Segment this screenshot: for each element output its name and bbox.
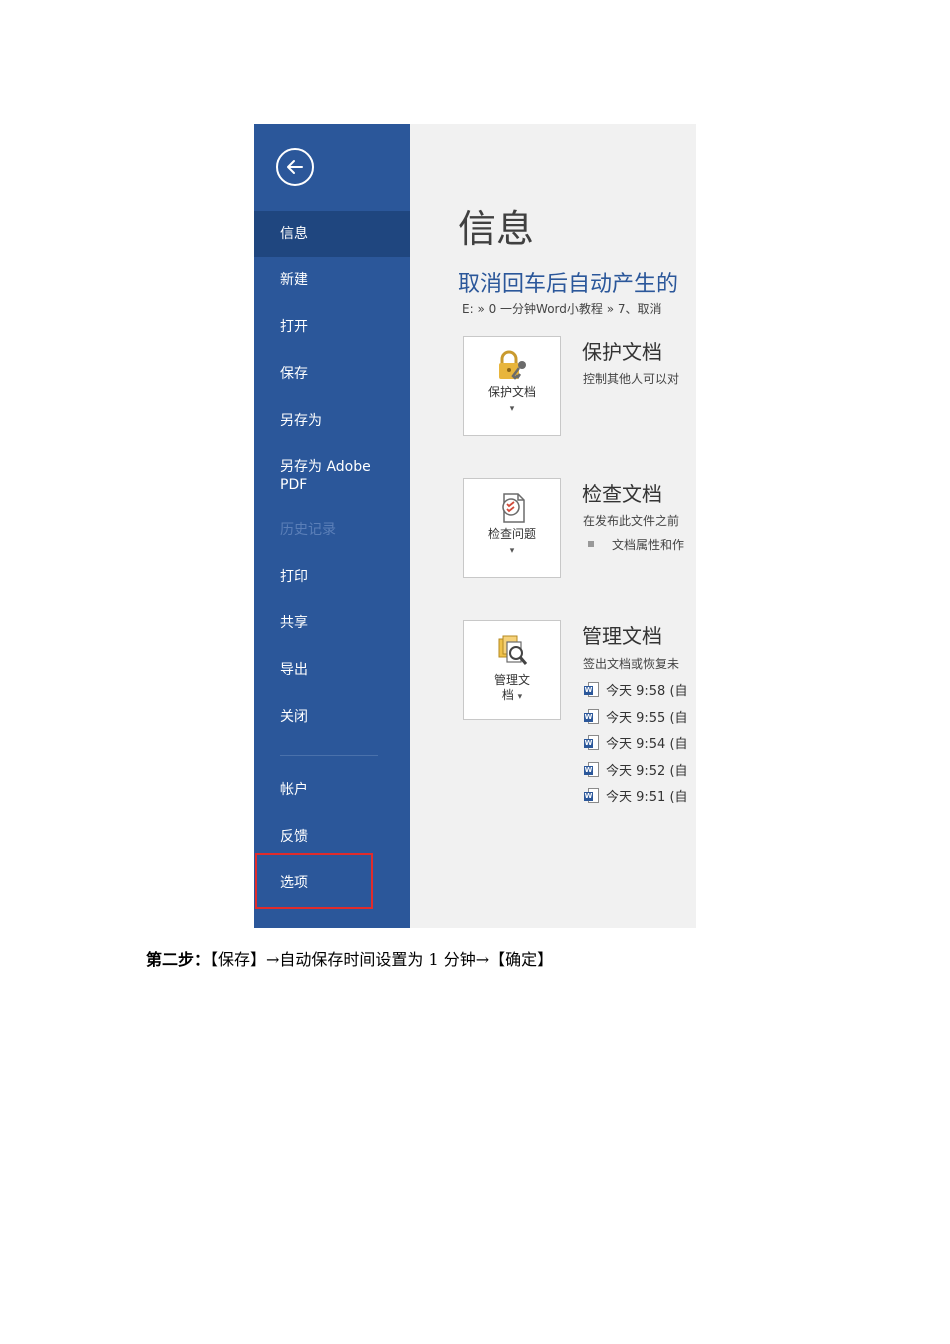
nav-feedback-label: 反馈 [280, 829, 308, 845]
version-item[interactable]: W 今天 9:52 (自 [584, 760, 688, 779]
protect-document-button[interactable]: 保护文档 ▾ [463, 336, 561, 436]
dropdown-caret-icon: ▾ [509, 546, 515, 556]
version-label: 今天 9:58 (自 [606, 684, 688, 699]
document-path[interactable]: E: » 0 一分钟Word小教程 » 7、取消 [462, 300, 662, 317]
version-item[interactable]: W 今天 9:55 (自 [584, 707, 688, 726]
manage-section-desc: 签出文档或恢复未 [583, 657, 680, 671]
nav-save-as[interactable]: 另存为 [254, 412, 410, 430]
nav-close-label: 关闭 [280, 709, 308, 725]
nav-feedback[interactable]: 反馈 [254, 828, 410, 846]
step-text: 【保存】→自动保存时间设置为 1 分钟→【确定】 [210, 950, 554, 969]
nav-print[interactable]: 打印 [254, 568, 410, 586]
nav-new-label: 新建 [280, 272, 308, 288]
nav-account-label: 帐户 [280, 782, 308, 798]
inspect-section-desc: 在发布此文件之前 [583, 514, 680, 528]
back-button[interactable] [276, 148, 314, 186]
options-highlight-box [255, 853, 373, 909]
version-item[interactable]: W 今天 9:54 (自 [584, 733, 688, 752]
check-issues-button[interactable]: 检查问题 ▾ [463, 478, 561, 578]
version-item[interactable]: W 今天 9:58 (自 [584, 680, 688, 699]
page-title: 信息 [458, 207, 535, 251]
version-label: 今天 9:52 (自 [606, 764, 688, 779]
nav-save-as-pdf-label: 另存为 Adobe PDF [280, 459, 371, 493]
nav-history-label: 历史记录 [280, 522, 336, 538]
protect-document-label: 保护文档 ▾ [487, 385, 536, 414]
word-document-icon: W [584, 787, 600, 804]
word-document-icon: W [584, 681, 600, 698]
nav-share-label: 共享 [280, 615, 308, 631]
protect-section-title: 保护文档 [582, 340, 662, 364]
nav-account[interactable]: 帐户 [254, 781, 410, 799]
lock-key-icon [499, 350, 526, 380]
version-item[interactable]: W 今天 9:51 (自 [584, 786, 688, 805]
nav-save-label: 保存 [280, 366, 308, 382]
inspect-document-icon [502, 493, 525, 523]
word-document-icon: W [584, 761, 600, 778]
nav-history: 历史记录 [254, 521, 410, 539]
info-panel: 信息 取消回车后自动产生的 E: » 0 一分钟Word小教程 » 7、取消 保… [410, 124, 696, 928]
nav-divider [280, 755, 378, 756]
nav-info[interactable]: 信息 [254, 211, 410, 257]
nav-open[interactable]: 打开 [254, 318, 410, 336]
nav-new[interactable]: 新建 [254, 271, 410, 289]
nav-print-label: 打印 [280, 569, 308, 585]
dropdown-caret-icon: ▾ [517, 692, 523, 702]
nav-open-label: 打开 [280, 319, 308, 335]
check-issues-label: 检查问题 ▾ [487, 527, 536, 556]
word-document-icon: W [584, 708, 600, 725]
version-label: 今天 9:55 (自 [606, 711, 688, 726]
backstage-sidebar: 信息 新建 打开 保存 另存为 另存为 Adobe PDF 历史记录 打印 共享… [254, 124, 410, 928]
word-document-icon: W [584, 734, 600, 751]
inspect-bullet-text: 文档属性和作 [612, 538, 685, 552]
nav-info-label: 信息 [280, 226, 308, 242]
document-title: 取消回车后自动产生的 [458, 272, 679, 297]
step-label: 第二步： [146, 950, 211, 969]
bullet-square-icon [588, 541, 594, 547]
protect-section-desc: 控制其他人可以对 [583, 372, 680, 386]
manage-document-icon [498, 635, 528, 665]
nav-export[interactable]: 导出 [254, 661, 410, 679]
step-caption: 第二步：【保存】→自动保存时间设置为 1 分钟→【确定】 [146, 946, 553, 970]
manage-document-button[interactable]: 管理文 档 ▾ [463, 620, 561, 720]
version-label: 今天 9:51 (自 [606, 790, 688, 805]
nav-save-as-pdf[interactable]: 另存为 Adobe PDF [254, 458, 404, 494]
arrow-left-icon [287, 160, 303, 174]
nav-save-as-label: 另存为 [280, 413, 322, 429]
version-label: 今天 9:54 (自 [606, 737, 688, 752]
nav-export-label: 导出 [280, 662, 308, 678]
manage-document-label: 管理文 档 ▾ [493, 673, 530, 702]
manage-section-title: 管理文档 [582, 624, 662, 648]
nav-save[interactable]: 保存 [254, 365, 410, 383]
nav-share[interactable]: 共享 [254, 614, 410, 632]
dropdown-caret-icon: ▾ [509, 404, 515, 414]
word-backstage-screenshot: 信息 新建 打开 保存 另存为 另存为 Adobe PDF 历史记录 打印 共享… [254, 124, 696, 928]
inspect-section-title: 检查文档 [582, 482, 662, 506]
nav-close[interactable]: 关闭 [254, 708, 410, 726]
